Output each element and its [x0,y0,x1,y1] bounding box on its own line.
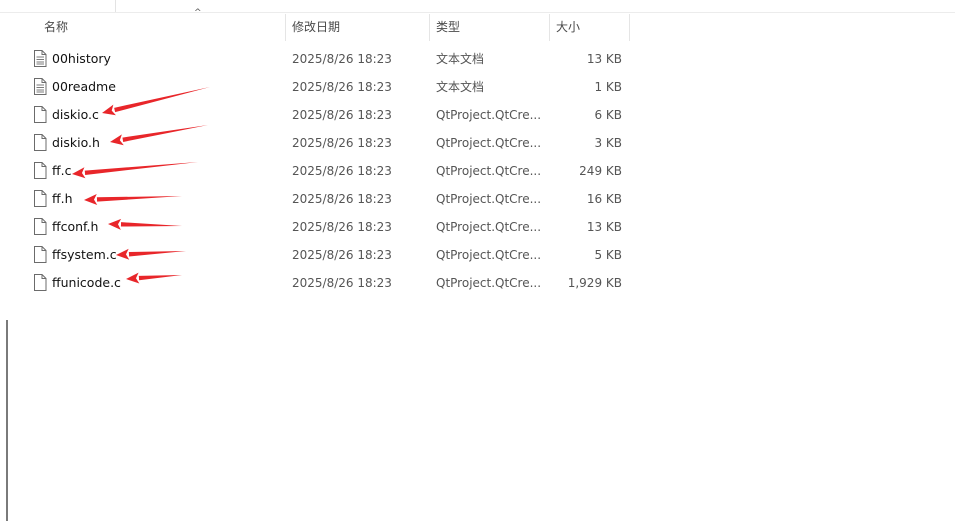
file-modified-date: 2025/8/26 18:23 [292,52,392,66]
file-type: QtProject.QtCre... [436,220,542,234]
file-modified-date: 2025/8/26 18:23 [292,220,392,234]
file-name: 00history [52,51,111,66]
file-row[interactable]: diskio.c 2025/8/26 18:23 QtProject.QtCre..… [0,101,640,129]
toolbar-divider [115,0,116,12]
file-size: 1,929 KB [567,276,622,290]
blank-file-icon [34,162,47,179]
file-type: QtProject.QtCre... [436,108,542,122]
blank-file-icon [34,218,47,235]
file-modified-date: 2025/8/26 18:23 [292,248,392,262]
file-name: diskio.c [52,107,99,122]
file-name: ffsystem.c [52,247,117,262]
column-header-date-label: 修改日期 [292,20,341,34]
blank-file-icon [34,134,47,151]
text-document-icon [34,50,47,67]
file-modified-date: 2025/8/26 18:23 [292,80,392,94]
file-type: QtProject.QtCre... [436,276,542,290]
file-row[interactable]: ff.c 2025/8/26 18:23 QtProject.QtCre... 249… [0,157,640,185]
file-name: diskio.h [52,135,100,150]
file-row[interactable]: ff.h 2025/8/26 18:23 QtProject.QtCre... 16 … [0,185,640,213]
file-name: ffunicode.c [52,275,121,290]
file-name: 00readme [52,79,116,94]
file-type: QtProject.QtCre... [436,136,542,150]
file-name: ff.c [52,163,72,178]
file-size: 13 KB [586,52,622,66]
column-header-size[interactable]: 大小 [550,14,630,41]
column-header-row: 名称 ^ 修改日期 类型 大小 [0,8,630,41]
column-header-type[interactable]: 类型 [430,14,550,41]
blank-file-icon [34,274,47,291]
file-modified-date: 2025/8/26 18:23 [292,192,392,206]
file-row[interactable]: ffunicode.c 2025/8/26 18:23 QtProject.QtCr… [0,269,640,297]
file-name: ff.h [52,191,73,206]
file-size: 16 KB [586,192,622,206]
column-header-name-label: 名称 [44,20,69,34]
blank-file-icon [34,106,47,123]
file-modified-date: 2025/8/26 18:23 [292,108,392,122]
column-header-type-label: 类型 [436,20,461,34]
file-type: QtProject.QtCre... [436,192,542,206]
file-list: 00history 2025/8/26 18:23 文本文档 13 KB 00readm… [0,45,640,297]
file-row[interactable]: 00history 2025/8/26 18:23 文本文档 13 KB [0,45,640,73]
file-type: 文本文档 [436,52,485,66]
file-row[interactable]: 00readme 2025/8/26 18:23 文本文档 1 KB [0,73,640,101]
file-size: 5 KB [594,248,622,262]
file-size: 249 KB [579,164,622,178]
blank-file-icon [34,246,47,263]
file-size: 3 KB [594,136,622,150]
file-size: 6 KB [594,108,622,122]
file-row[interactable]: diskio.h 2025/8/26 18:23 QtProject.QtCre..… [0,129,640,157]
column-header-name[interactable]: 名称 ^ [38,8,286,41]
file-type: QtProject.QtCre... [436,164,542,178]
file-row[interactable]: ffsystem.c 2025/8/26 18:23 QtProject.QtCre… [0,241,640,269]
file-explorer-window: 名称 ^ 修改日期 类型 大小 00history 2025/8/26 18:23… [0,0,955,521]
file-modified-date: 2025/8/26 18:23 [292,164,392,178]
file-type: QtProject.QtCre... [436,248,542,262]
file-size: 13 KB [586,220,622,234]
sort-ascending-icon: ^ [194,8,202,18]
column-header-size-label: 大小 [556,20,581,34]
file-type: 文本文档 [436,80,485,94]
file-name: ffconf.h [52,219,99,234]
blank-file-icon [34,190,47,207]
file-size: 1 KB [594,80,622,94]
navigation-pane-scrollbar[interactable] [6,320,8,521]
column-header-date[interactable]: 修改日期 [286,14,430,41]
top-toolbar-strip [0,0,955,13]
file-row[interactable]: ffconf.h 2025/8/26 18:23 QtProject.QtCre..… [0,213,640,241]
file-modified-date: 2025/8/26 18:23 [292,276,392,290]
file-modified-date: 2025/8/26 18:23 [292,136,392,150]
text-document-icon [34,78,47,95]
